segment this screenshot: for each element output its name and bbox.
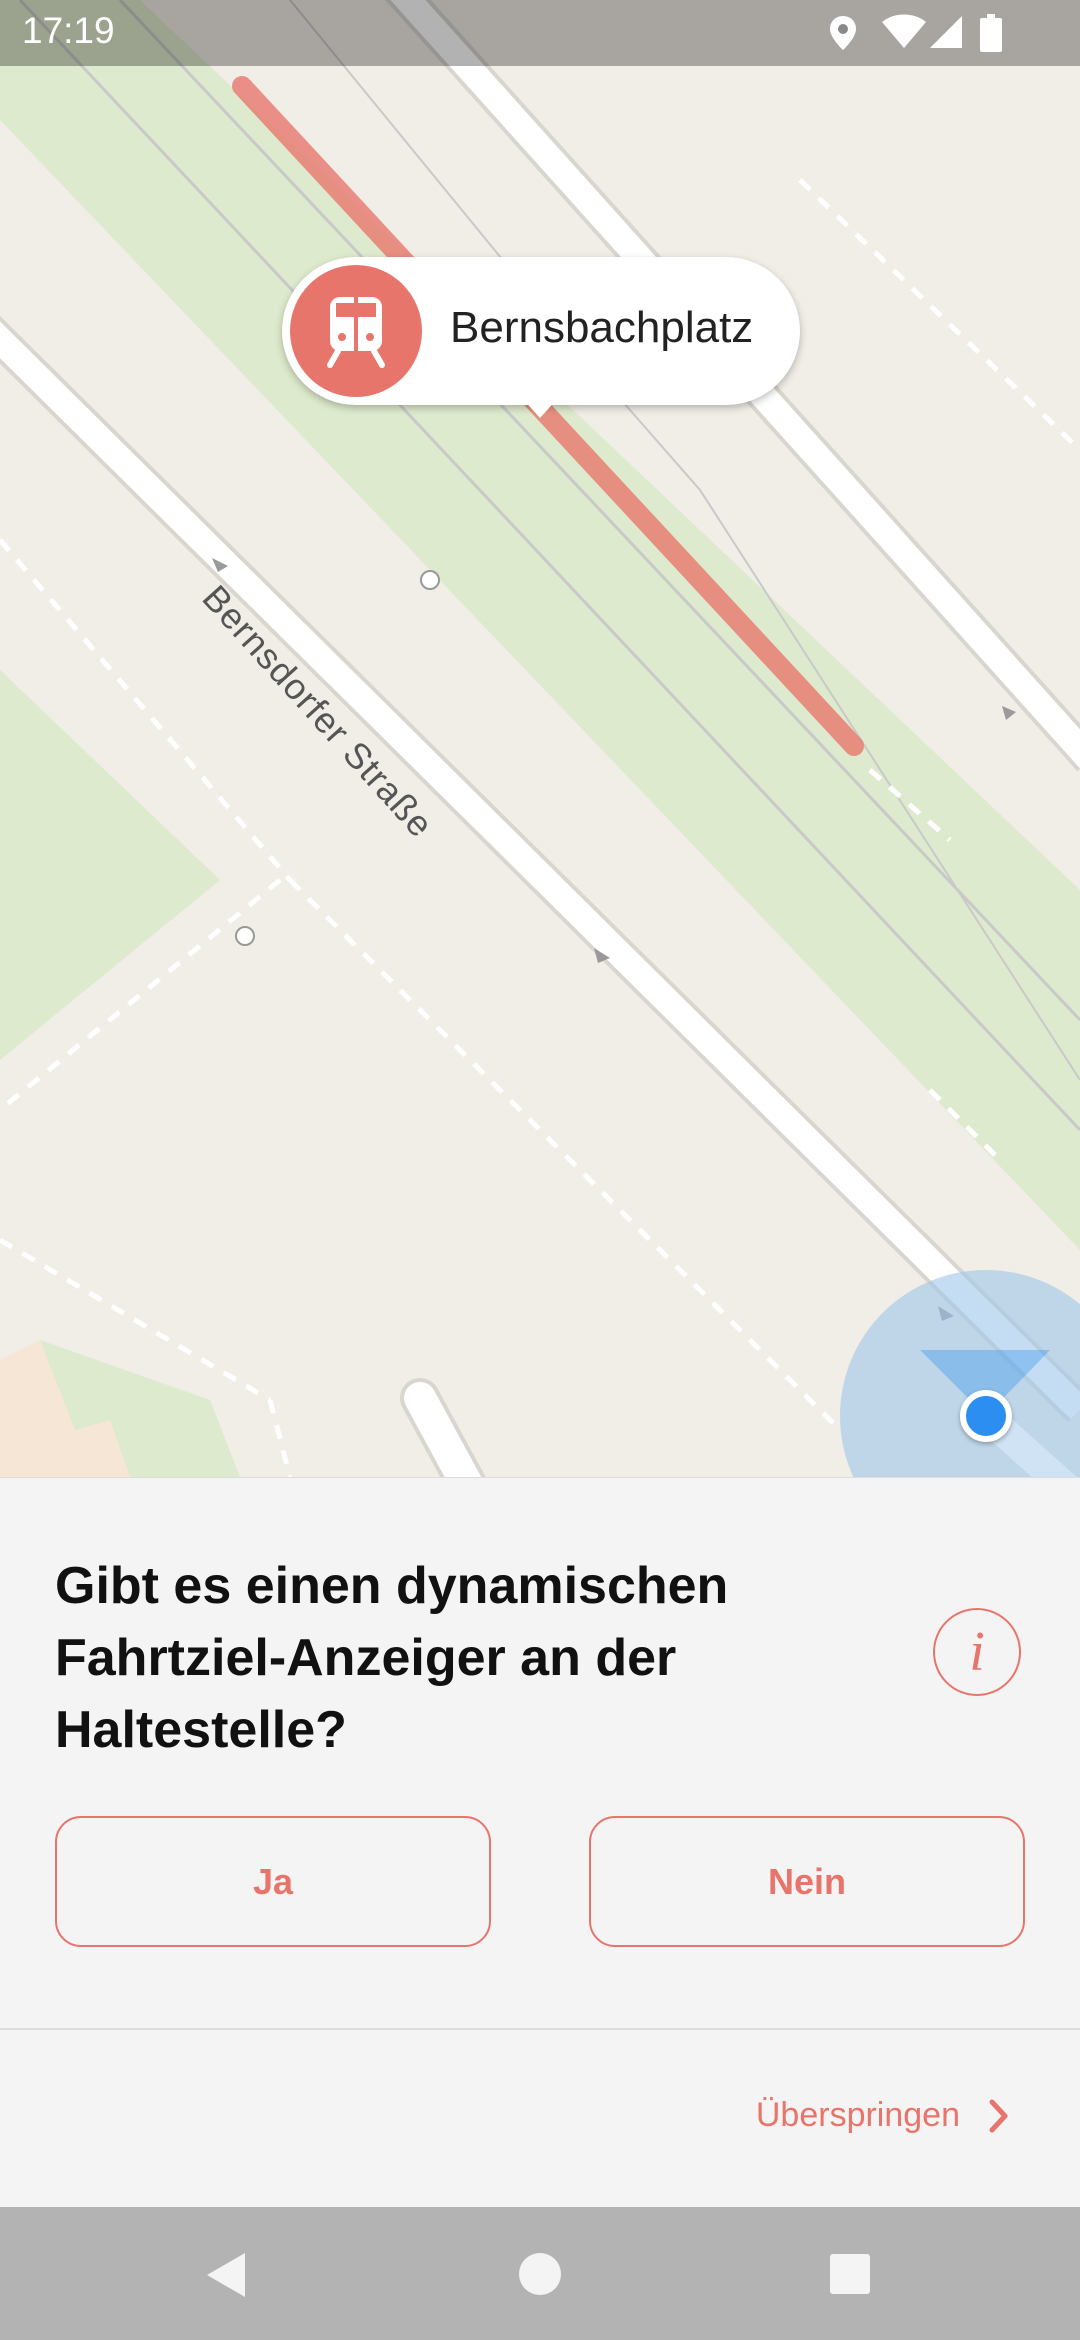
recents-icon bbox=[830, 2254, 870, 2294]
chevron-right-icon bbox=[989, 2099, 1008, 2132]
no-button[interactable]: Nein bbox=[589, 1816, 1025, 1947]
back-icon bbox=[207, 2253, 245, 2297]
signal-icon bbox=[930, 16, 962, 48]
quest-panel: Gibt es einen dynamischen Fahrtziel-Anze… bbox=[0, 1477, 1080, 2208]
home-icon bbox=[519, 2253, 561, 2295]
back-button[interactable] bbox=[167, 2207, 287, 2340]
status-bar: 17:19 bbox=[0, 0, 1080, 66]
divider bbox=[0, 2028, 1080, 2030]
wifi-icon bbox=[882, 14, 926, 48]
skip-button[interactable]: Überspringen bbox=[756, 2096, 1010, 2135]
skip-label: Überspringen bbox=[755, 2096, 960, 2134]
map-view[interactable]: Bernsdorfer Straße Bernsbachplatz bbox=[0, 0, 1080, 1477]
quest-question: Gibt es einen dynamischen Fahrtziel-Anze… bbox=[55, 1557, 729, 1759]
yes-button[interactable]: Ja bbox=[55, 1816, 491, 1947]
tram-icon bbox=[290, 265, 422, 397]
battery-icon bbox=[980, 14, 1002, 52]
map-canvas bbox=[0, 0, 1080, 1477]
status-time: 17:19 bbox=[22, 10, 115, 51]
home-button[interactable] bbox=[480, 2207, 600, 2340]
recents-button[interactable] bbox=[790, 2207, 910, 2340]
location-icon bbox=[830, 16, 856, 50]
stop-bubble[interactable]: Bernsbachplatz bbox=[282, 257, 800, 405]
location-marker bbox=[960, 1390, 1012, 1442]
stop-name: Bernsbachplatz bbox=[450, 303, 754, 352]
info-button[interactable]: i bbox=[933, 1608, 1021, 1696]
stop-bubble-pointer bbox=[522, 398, 558, 418]
navigation-bar bbox=[0, 2207, 1080, 2340]
